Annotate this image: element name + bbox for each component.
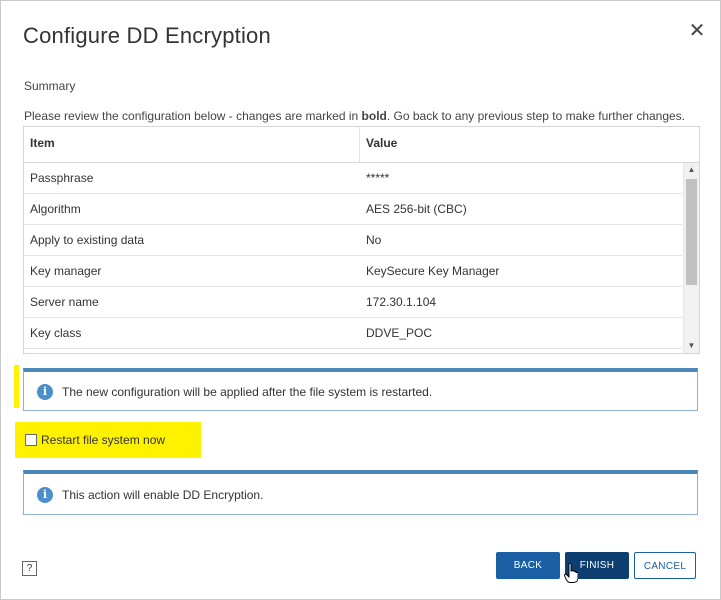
column-separator[interactable]: [359, 127, 360, 162]
summary-grid: Item Value Passphrase ***** Algorithm AE…: [23, 126, 700, 354]
grid-header: Item Value: [24, 127, 699, 163]
enable-info-message: This action will enable DD Encryption.: [62, 488, 264, 502]
instructions-text: Please review the configuration below - …: [24, 109, 685, 123]
column-header-value[interactable]: Value: [366, 127, 397, 162]
value-cell: AES 256-bit (CBC): [366, 202, 467, 216]
help-icon[interactable]: ?: [22, 561, 37, 576]
table-row: Passphrase *****: [24, 163, 682, 194]
step-name: Summary: [24, 79, 76, 93]
configure-encryption-dialog: Configure DD Encryption ✕ Summary Please…: [0, 0, 721, 600]
info-icon: i: [37, 487, 53, 503]
restart-file-system-checkbox[interactable]: [25, 434, 37, 446]
value-cell: 172.30.1.104: [366, 295, 437, 309]
value-cell: KeySecure Key Manager: [366, 264, 500, 278]
instructions-part-1: Please review the configuration below - …: [24, 109, 362, 123]
hand-cursor-icon: [564, 563, 578, 583]
table-row: Apply to existing data No: [24, 225, 682, 256]
value-cell: *****: [366, 171, 390, 185]
item-cell: Key manager: [30, 264, 102, 278]
back-button[interactable]: BACK: [496, 552, 560, 579]
grid-rows: Passphrase ***** Algorithm AES 256-bit (…: [24, 163, 682, 349]
table-row: Server name 172.30.1.104: [24, 287, 682, 318]
grid-scrollbar[interactable]: ▲ ▼: [683, 163, 699, 353]
scroll-down-arrow-icon[interactable]: ▼: [684, 339, 699, 353]
enable-info-box: i This action will enable DD Encryption.: [23, 470, 698, 515]
column-header-item[interactable]: Item: [30, 127, 55, 162]
item-cell: Algorithm: [30, 202, 81, 216]
scroll-thumb[interactable]: [686, 179, 697, 285]
item-cell: Apply to existing data: [30, 233, 145, 247]
close-icon[interactable]: ✕: [687, 21, 707, 41]
restart-option-highlight: Restart file system now: [15, 422, 201, 458]
item-cell: Passphrase: [30, 171, 94, 185]
highlight-marker: [14, 365, 19, 408]
info-icon: i: [37, 384, 53, 400]
instructions-part-2: . Go back to any previous step to make f…: [386, 109, 686, 123]
table-row: Key manager KeySecure Key Manager: [24, 256, 682, 287]
item-cell: Server name: [30, 295, 99, 309]
cancel-button[interactable]: CANCEL: [634, 552, 696, 579]
restart-file-system-label[interactable]: Restart file system now: [41, 433, 165, 447]
item-cell: Key class: [30, 326, 82, 340]
restart-info-message: The new configuration will be applied af…: [62, 385, 433, 399]
instructions-bold: bold: [361, 109, 387, 123]
table-row: Algorithm AES 256-bit (CBC): [24, 194, 682, 225]
restart-info-box: i The new configuration will be applied …: [23, 368, 698, 411]
table-row: Key class DDVE_POC: [24, 318, 682, 349]
value-cell: DDVE_POC: [366, 326, 433, 340]
dialog-title: Configure DD Encryption: [23, 23, 271, 48]
scroll-up-arrow-icon[interactable]: ▲: [684, 163, 699, 177]
value-cell: No: [366, 233, 382, 247]
